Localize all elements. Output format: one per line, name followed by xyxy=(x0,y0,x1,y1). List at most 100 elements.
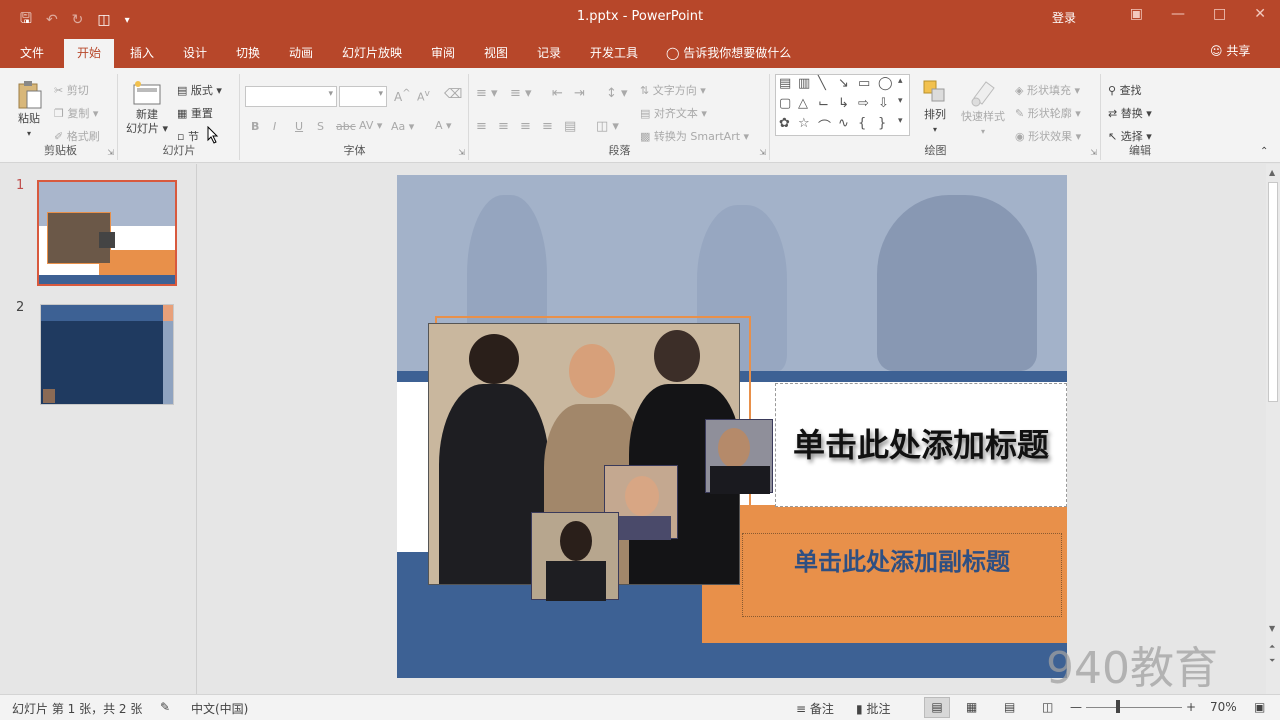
shape-outline-button[interactable]: ✎ 形状轮廓 ▾ xyxy=(1015,105,1081,121)
distributed-icon[interactable]: ▤ xyxy=(564,119,576,134)
tab-insert[interactable]: 插入 xyxy=(130,44,154,61)
font-launcher-icon[interactable]: ⇲ xyxy=(458,148,465,157)
slideshow-icon[interactable]: ◫ xyxy=(1042,700,1053,714)
triangle-shape-icon[interactable]: △ xyxy=(798,96,808,111)
copy-button[interactable]: ❐ 复制 ▾ xyxy=(54,105,98,121)
font-size-combo[interactable] xyxy=(339,86,387,107)
dialog-launcher-icon[interactable]: ⇲ xyxy=(107,148,114,157)
textbox-shape-icon[interactable]: ▤ xyxy=(779,76,791,91)
arrange-button[interactable]: 排列 ▾ xyxy=(917,78,953,137)
font-name-combo[interactable] xyxy=(245,86,337,107)
align-center-icon[interactable]: ≡ xyxy=(498,119,509,134)
tab-animations[interactable]: 动画 xyxy=(289,44,313,61)
italic-button[interactable]: I xyxy=(273,120,276,133)
reading-view-icon[interactable]: ▤ xyxy=(1004,700,1015,714)
elbow-arrow-shape-icon[interactable]: ↳ xyxy=(838,96,849,111)
maximize-icon[interactable]: □ xyxy=(1213,6,1226,22)
close-icon[interactable]: ✕ xyxy=(1254,6,1266,22)
right-brace-shape-icon[interactable]: } xyxy=(878,116,886,131)
decrease-indent-icon[interactable]: ⇤ xyxy=(552,86,563,101)
paste-button[interactable]: 粘贴 ▾ xyxy=(12,80,46,141)
notes-button[interactable]: ≡ 备注 xyxy=(796,700,834,717)
vertical-textbox-shape-icon[interactable]: ▥ xyxy=(798,76,810,91)
share-button[interactable]: ☺ 共享 xyxy=(1210,42,1250,59)
align-text-button[interactable]: ▤ 对齐文本 ▾ xyxy=(640,105,707,121)
change-case-icon[interactable]: Aa ▾ xyxy=(391,120,414,133)
justify-icon[interactable]: ≡ xyxy=(542,119,553,134)
text-direction-button[interactable]: ⇅ 文字方向 ▾ xyxy=(640,82,706,98)
columns-icon[interactable]: ◫ ▾ xyxy=(596,119,619,134)
shadow-button[interactable]: S xyxy=(317,120,324,133)
down-arrow-shape-icon[interactable]: ⇩ xyxy=(878,96,889,111)
previous-slide-icon[interactable]: ⏶ xyxy=(1269,642,1275,652)
shrink-font-button[interactable]: Av xyxy=(417,88,430,104)
collapse-ribbon-icon[interactable]: ⌃ xyxy=(1260,146,1268,157)
layout-button[interactable]: ▤ 版式 ▾ xyxy=(177,82,222,98)
increase-indent-icon[interactable]: ⇥ xyxy=(574,86,585,101)
arrow-line-shape-icon[interactable]: ↘ xyxy=(838,76,849,91)
slide-thumbnail-1[interactable] xyxy=(37,180,177,286)
scroll-down-icon[interactable]: ▼ xyxy=(1269,624,1275,633)
comments-button[interactable]: ▮ 批注 xyxy=(856,700,890,717)
tab-design[interactable]: 设计 xyxy=(183,44,207,61)
zoom-slider-thumb[interactable] xyxy=(1116,700,1120,713)
tab-slideshow[interactable]: 幻灯片放映 xyxy=(342,44,402,61)
tab-home[interactable]: 开始 xyxy=(64,39,115,68)
new-slide-button[interactable]: 新建 幻灯片 ▾ xyxy=(123,80,171,136)
slide-sorter-icon[interactable]: ▦ xyxy=(966,700,977,714)
gallery-up-icon[interactable]: ▴ xyxy=(898,76,903,86)
numbering-icon[interactable]: ≡ ▾ xyxy=(510,86,532,101)
char-spacing-icon[interactable]: AV ▾ xyxy=(359,119,382,132)
line-spacing-icon[interactable]: ↕ ▾ xyxy=(606,86,628,101)
left-brace-shape-icon[interactable]: { xyxy=(858,116,866,131)
right-arrow-shape-icon[interactable]: ⇨ xyxy=(858,96,869,111)
drawing-launcher-icon[interactable]: ⇲ xyxy=(1090,148,1097,157)
bullets-icon[interactable]: ≡ ▾ xyxy=(476,86,498,101)
cut-button[interactable]: ✂ 剪切 xyxy=(54,82,89,98)
star-shape-icon[interactable]: ☆ xyxy=(798,116,810,131)
tab-developer[interactable]: 开发工具 xyxy=(590,44,638,61)
find-button[interactable]: ⚲ 查找 xyxy=(1108,82,1142,98)
tab-transitions[interactable]: 切换 xyxy=(236,44,260,61)
tab-file[interactable]: 文件 xyxy=(20,44,44,61)
vertical-scrollbar[interactable]: ▲ ▼ ⏶ ⏷ xyxy=(1266,164,1280,694)
fit-slide-icon[interactable]: ▣ xyxy=(1254,700,1265,714)
rectangle-shape-icon[interactable]: ▭ xyxy=(858,76,870,91)
font-color-icon[interactable]: A ▾ xyxy=(435,119,452,132)
gallery-down-icon[interactable]: ▾ xyxy=(898,96,903,106)
shape-fill-button[interactable]: ◈ 形状填充 ▾ xyxy=(1015,82,1080,98)
spelling-check-icon[interactable]: ✎ xyxy=(160,700,170,714)
login-link[interactable]: 登录 xyxy=(1052,9,1076,26)
minimize-icon[interactable]: — xyxy=(1171,6,1185,22)
strikethrough-button[interactable]: abc xyxy=(336,120,356,133)
elbow-connector-shape-icon[interactable]: ⌙ xyxy=(818,96,829,111)
tell-me-box[interactable]: ◯ 告诉我你想要做什么 xyxy=(666,44,791,61)
align-right-icon[interactable]: ≡ xyxy=(520,119,531,134)
bold-button[interactable]: B xyxy=(251,120,259,133)
line-shape-icon[interactable]: ╲ xyxy=(818,76,826,91)
zoom-level[interactable]: 70% xyxy=(1210,700,1237,714)
shapes-gallery[interactable]: ▤ ▥ ╲ ↘ ▭ ◯ ▢ △ ⌙ ↳ ⇨ ⇩ ✿ ☆ ⌒ ∿ { } ▴ ▾ … xyxy=(775,74,910,136)
next-slide-icon[interactable]: ⏷ xyxy=(1269,656,1275,666)
reset-button[interactable]: ▦ 重置 xyxy=(177,105,213,121)
tab-view[interactable]: 视图 xyxy=(484,44,508,61)
zoom-out-icon[interactable]: — xyxy=(1070,700,1082,714)
ribbon-display-icon[interactable]: ▣ xyxy=(1130,6,1143,22)
quick-styles-button[interactable]: 快速样式 ▾ xyxy=(955,78,1011,139)
zoom-in-icon[interactable]: + xyxy=(1186,700,1196,714)
tab-review[interactable]: 审阅 xyxy=(431,44,455,61)
normal-view-icon[interactable]: ▤ xyxy=(924,697,950,718)
rounded-rect-shape-icon[interactable]: ▢ xyxy=(779,96,791,111)
gallery-more-icon[interactable]: ▾ xyxy=(898,116,903,126)
clear-formatting-icon[interactable]: ⌫ xyxy=(444,87,462,102)
oval-shape-icon[interactable]: ◯ xyxy=(878,76,893,91)
title-placeholder[interactable]: 单击此处添加标题 xyxy=(775,383,1067,507)
subtitle-placeholder[interactable]: 单击此处添加副标题 xyxy=(742,533,1062,617)
grow-font-button[interactable]: A^ xyxy=(394,88,411,104)
small-photo-woman[interactable] xyxy=(531,512,619,601)
freeform-shape-icon[interactable]: ✿ xyxy=(779,116,790,131)
small-photo-profile[interactable] xyxy=(705,419,773,494)
slide-thumbnail-2[interactable] xyxy=(40,304,174,405)
scroll-up-icon[interactable]: ▲ xyxy=(1269,168,1275,177)
scroll-thumb[interactable] xyxy=(1268,182,1278,402)
